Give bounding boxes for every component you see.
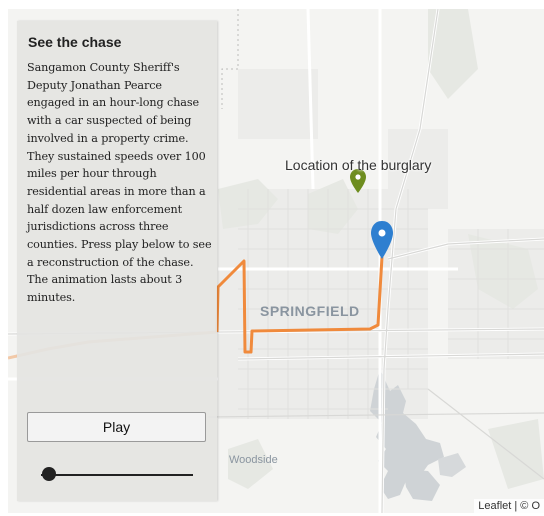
panel-description: Sangamon County Sheriff's Deputy Jonatha… bbox=[27, 61, 212, 305]
info-panel: See the chase Sangamon County Sheriff's … bbox=[17, 21, 217, 501]
panel-title: See the chase bbox=[28, 34, 122, 50]
city-label: SPRINGFIELD bbox=[260, 303, 360, 319]
burglary-label: Location of the burglary bbox=[285, 157, 432, 173]
map-attribution[interactable]: Leaflet | © O bbox=[474, 499, 544, 513]
area-label: Woodside bbox=[229, 454, 278, 466]
map[interactable]: Location of the burglary SPRINGFIELD Woo… bbox=[8, 9, 544, 513]
animation-slider-handle[interactable] bbox=[42, 467, 56, 481]
animation-slider-track[interactable] bbox=[41, 474, 193, 476]
play-button[interactable]: Play bbox=[27, 412, 206, 442]
